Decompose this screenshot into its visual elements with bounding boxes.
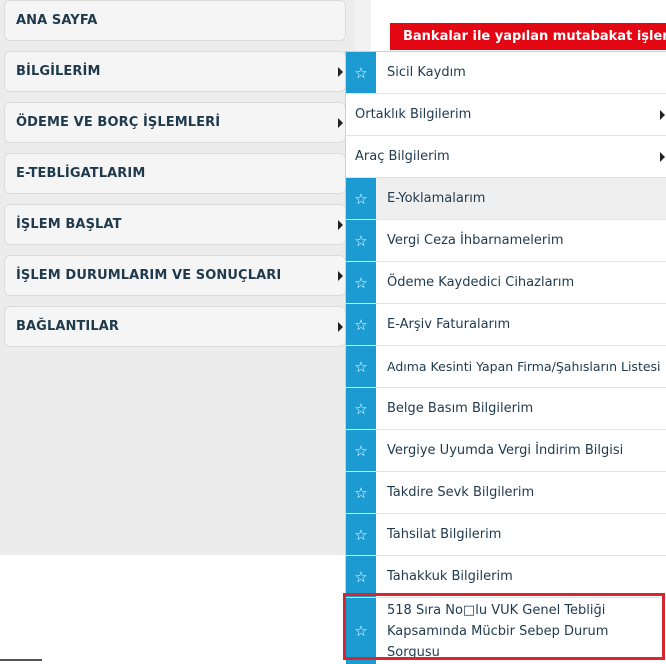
submenu-item-label: Tahsilat Bilgilerim (387, 527, 502, 542)
nav-item-label: ANA SAYFA (16, 13, 98, 28)
submenu-item-belge-basim-bilgilerim[interactable]: ☆ Belge Basım Bilgilerim (346, 388, 666, 430)
star-icon[interactable]: ☆ (346, 556, 376, 597)
nav-item-label: BAĞLANTILAR (16, 319, 120, 334)
nav-item-label: İŞLEM DURUMLARIM VE SONUÇLARI (16, 268, 282, 283)
submenu-item-label: Vergi Ceza İhbarnamelerim (387, 233, 564, 248)
submenu-item-label: Belge Basım Bilgilerim (387, 401, 534, 416)
submenu-item-vergi-indirim-bilgisi[interactable]: ☆ Vergiye Uyumda Vergi İndirim Bilgisi (346, 430, 666, 472)
nav-item-islem-durumlarim[interactable]: İŞLEM DURUMLARIM VE SONUÇLARI (4, 255, 346, 296)
submenu-item-arac-bilgilerim[interactable]: Araç Bilgilerim (346, 136, 666, 178)
submenu-item-label: Ortaklık Bilgilerim (355, 107, 472, 122)
bilgilerim-submenu: ☆ Sicil Kaydım Ortaklık Bilgilerim Araç … (345, 51, 666, 664)
submenu-item-tahakkuk-bilgilerim[interactable]: ☆ Tahakkuk Bilgilerim (346, 556, 666, 598)
submenu-item-tahsilat-bilgilerim[interactable]: ☆ Tahsilat Bilgilerim (346, 514, 666, 556)
submenu-item-label: Tahakkuk Bilgilerim (387, 569, 513, 584)
nav-item-baglantilar[interactable]: BAĞLANTILAR (4, 306, 346, 347)
star-icon[interactable]: ☆ (346, 598, 376, 664)
nav-item-e-tebligatlarim[interactable]: E-TEBLİGATLARIM (4, 153, 346, 194)
nav-item-islem-baslat[interactable]: İŞLEM BAŞLAT (4, 204, 346, 245)
submenu-item-takdire-sevk-bilgilerim[interactable]: ☆ Takdire Sevk Bilgilerim (346, 472, 666, 514)
submenu-item-label-line1: 518 Sıra No□lu VUK Genel Tebliği (387, 602, 606, 618)
chevron-right-icon (338, 322, 343, 332)
nav-item-label: E-TEBLİGATLARIM (16, 166, 146, 181)
submenu-item-kesinti-yapan-firmalar[interactable]: ☆ Adıma Kesinti Yapan Firma/Şahısların L… (346, 346, 666, 388)
nav-item-bilgilerim[interactable]: BİLGİLERİM (4, 51, 346, 92)
submenu-item-mucbir-sebep-sorgusu[interactable]: ☆ 518 Sıra No□lu VUK Genel Tebliği Kapsa… (346, 598, 666, 664)
star-icon[interactable]: ☆ (346, 388, 376, 429)
submenu-item-vergi-ceza-ihbarnamelerim[interactable]: ☆ Vergi Ceza İhbarnamelerim (346, 220, 666, 262)
star-icon[interactable]: ☆ (346, 262, 376, 303)
chevron-right-icon (338, 220, 343, 230)
submenu-item-label: Adıma Kesinti Yapan Firma/Şahısların Lis… (387, 359, 661, 374)
star-icon[interactable]: ☆ (346, 472, 376, 513)
submenu-item-label: Sicil Kaydım (387, 65, 466, 80)
submenu-item-e-arsiv-faturalarim[interactable]: ☆ E-Arşiv Faturalarım (346, 304, 666, 346)
star-icon[interactable]: ☆ (346, 52, 376, 93)
submenu-item-label: 518 Sıra No□lu VUK Genel Tebliği Kapsamı… (387, 598, 660, 664)
nav-item-label: İŞLEM BAŞLAT (16, 217, 122, 232)
submenu-item-sicil-kaydim[interactable]: ☆ Sicil Kaydım (346, 52, 666, 94)
star-icon[interactable]: ☆ (346, 220, 376, 261)
nav-item-label: ÖDEME VE BORÇ İŞLEMLERİ (16, 115, 221, 130)
nav-item-ana-sayfa[interactable]: ANA SAYFA (4, 0, 346, 41)
star-icon[interactable]: ☆ (346, 346, 376, 387)
chevron-right-icon (660, 110, 665, 120)
submenu-item-label: Takdire Sevk Bilgilerim (387, 485, 535, 500)
submenu-item-label: E-Yoklamalarım (387, 191, 486, 206)
submenu-item-label: Araç Bilgilerim (355, 149, 450, 164)
submenu-item-label: E-Arşiv Faturalarım (387, 317, 511, 332)
chevron-right-icon (338, 67, 343, 77)
nav-item-label: BİLGİLERİM (16, 64, 101, 79)
star-icon[interactable]: ☆ (346, 514, 376, 555)
chevron-right-icon (338, 271, 343, 281)
star-icon[interactable]: ☆ (346, 430, 376, 471)
chevron-right-icon (660, 152, 665, 162)
nav-item-odeme-ve-borc-islemleri[interactable]: ÖDEME VE BORÇ İŞLEMLERİ (4, 102, 346, 143)
star-icon[interactable]: ☆ (346, 178, 376, 219)
submenu-item-e-yoklamalarim[interactable]: ☆ E-Yoklamalarım (346, 178, 666, 220)
submenu-item-label-line2: Kapsamında Mücbir Sebep Durum Sorgusu (387, 623, 609, 660)
submenu-item-label: Vergiye Uyumda Vergi İndirim Bilgisi (387, 443, 624, 458)
announcement-banner[interactable]: Bankalar ile yapılan mutabakat işlemleri… (390, 23, 666, 50)
submenu-item-odeme-kaydedici-cihazlarim[interactable]: ☆ Ödeme Kaydedici Cihazlarım (346, 262, 666, 304)
star-icon[interactable]: ☆ (346, 304, 376, 345)
submenu-item-ortaklik-bilgilerim[interactable]: Ortaklık Bilgilerim (346, 94, 666, 136)
submenu-item-label: Ödeme Kaydedici Cihazlarım (387, 275, 575, 290)
chevron-right-icon (338, 118, 343, 128)
